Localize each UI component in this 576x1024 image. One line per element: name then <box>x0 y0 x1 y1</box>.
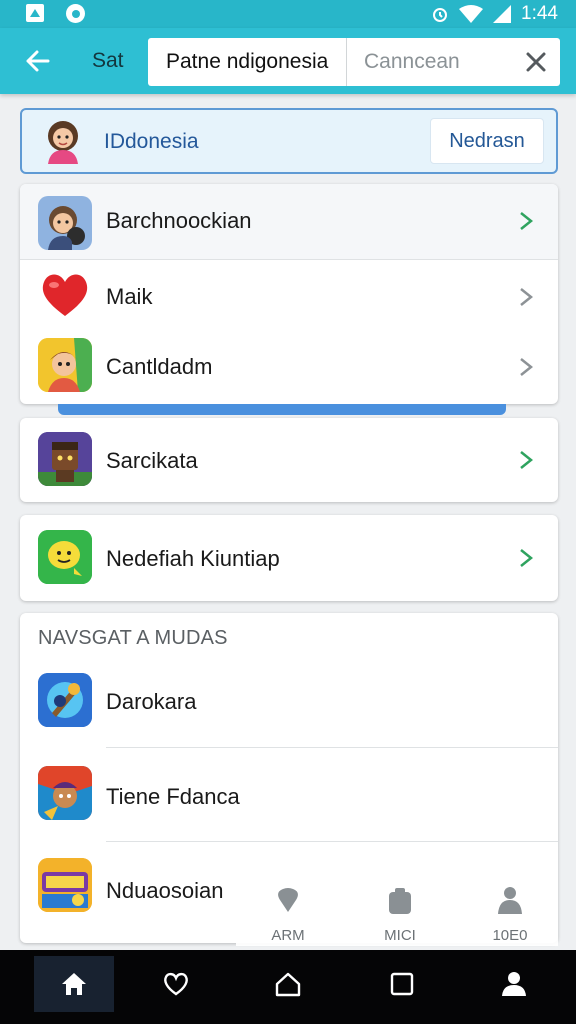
smiley-face-icon <box>38 530 92 584</box>
list-card-1: Barchnoockian Maik Cantldadm <box>20 184 558 404</box>
nav-profile-button[interactable] <box>474 956 554 1012</box>
scroll-indicator[interactable] <box>58 404 506 415</box>
girl-avatar-icon <box>40 118 86 164</box>
list-item-label: Tiene Fdanca <box>106 784 240 809</box>
chevron-right-icon <box>520 212 534 230</box>
signal-icon <box>493 5 512 23</box>
list-item-label: Cantldadm <box>106 354 213 379</box>
search-input[interactable]: Patne ndigonesia <box>166 50 328 74</box>
section-title: NAVSGAT A MUDAS <box>38 627 228 649</box>
fantasy-game-icon <box>38 673 92 727</box>
fighter-game-icon <box>38 766 92 820</box>
nav-house-button[interactable] <box>248 956 328 1012</box>
app-bar-label: Sat <box>92 49 124 72</box>
nav-favorites-button[interactable] <box>136 956 216 1012</box>
selected-action-button[interactable]: Nedrasn <box>430 118 544 164</box>
search-divider <box>346 38 347 86</box>
game-logo-icon <box>38 858 92 912</box>
tab-label: 10E0 <box>492 927 528 944</box>
bag-icon <box>389 888 411 914</box>
home-icon <box>62 973 86 995</box>
list-card-2: Sarcikata <box>20 418 558 502</box>
tab-mici[interactable]: MICI <box>354 886 446 946</box>
sync-icon <box>66 4 85 23</box>
list-item[interactable]: Cantldadm <box>20 332 558 404</box>
list-item[interactable]: Sarcikata <box>20 418 558 502</box>
heart-outline-icon <box>164 972 188 996</box>
search-box[interactable]: Patne ndigonesia Canncean <box>148 38 560 86</box>
search-secondary-field[interactable]: Canncean <box>364 50 460 74</box>
list-item[interactable]: Nedefiah Kiuntiap <box>20 515 558 601</box>
cartoon-kid-icon <box>38 338 92 392</box>
status-time: 1:44 <box>521 3 558 24</box>
boy-avatar-icon <box>38 196 92 250</box>
list-item[interactable]: Barchnoockian <box>20 184 558 259</box>
nav-home-button[interactable] <box>34 956 114 1012</box>
list-item[interactable]: Maik <box>20 260 558 332</box>
clear-search-button[interactable] <box>522 48 550 76</box>
chevron-right-icon <box>520 358 534 376</box>
gallery-icon <box>26 4 44 22</box>
list-item-label: Nduaosoian <box>106 878 224 903</box>
chevron-right-icon <box>520 549 534 567</box>
list-item-label: Darokara <box>106 689 197 714</box>
status-bar: 1:44 <box>0 0 576 28</box>
tab-arm[interactable]: ARM <box>242 886 334 946</box>
chat-bubble-icon <box>278 888 298 912</box>
system-nav-bar <box>0 950 576 1024</box>
list-item-label: Sarcikata <box>106 448 198 473</box>
list-item-label: Maik <box>106 284 153 309</box>
tab-label: MICI <box>384 927 416 944</box>
close-icon <box>526 52 546 72</box>
game-character-icon <box>38 432 92 486</box>
arrow-left-icon <box>26 50 50 72</box>
house-outline-icon <box>275 972 301 997</box>
square-icon <box>390 972 414 996</box>
alarm-icon <box>433 8 448 22</box>
selected-label: IDdonesia <box>104 130 199 153</box>
bottom-tab-strip: ARM MICI 10E0 <box>236 880 558 946</box>
chevron-right-icon <box>520 451 534 469</box>
tab-10e0[interactable]: 10E0 <box>464 886 556 946</box>
profile-icon <box>502 972 526 996</box>
list-item-label: Nedefiah Kiuntiap <box>106 546 280 571</box>
app-bar: Sat Patne ndigonesia Canncean <box>0 28 576 94</box>
list-item[interactable]: Tiene Fdanca <box>20 748 558 842</box>
heart-icon <box>38 268 92 322</box>
list-item-label: Barchnoockian <box>106 208 252 233</box>
back-button[interactable] <box>18 43 56 79</box>
nav-overview-button[interactable] <box>362 956 442 1012</box>
tab-label: ARM <box>271 927 305 944</box>
list-item[interactable]: Darokara <box>20 663 558 747</box>
chevron-right-icon <box>520 288 534 306</box>
selected-country-card[interactable]: IDdonesia Nedrasn <box>20 108 558 174</box>
person-icon <box>498 887 522 914</box>
wifi-icon <box>459 5 484 23</box>
list-card-3: Nedefiah Kiuntiap <box>20 515 558 601</box>
